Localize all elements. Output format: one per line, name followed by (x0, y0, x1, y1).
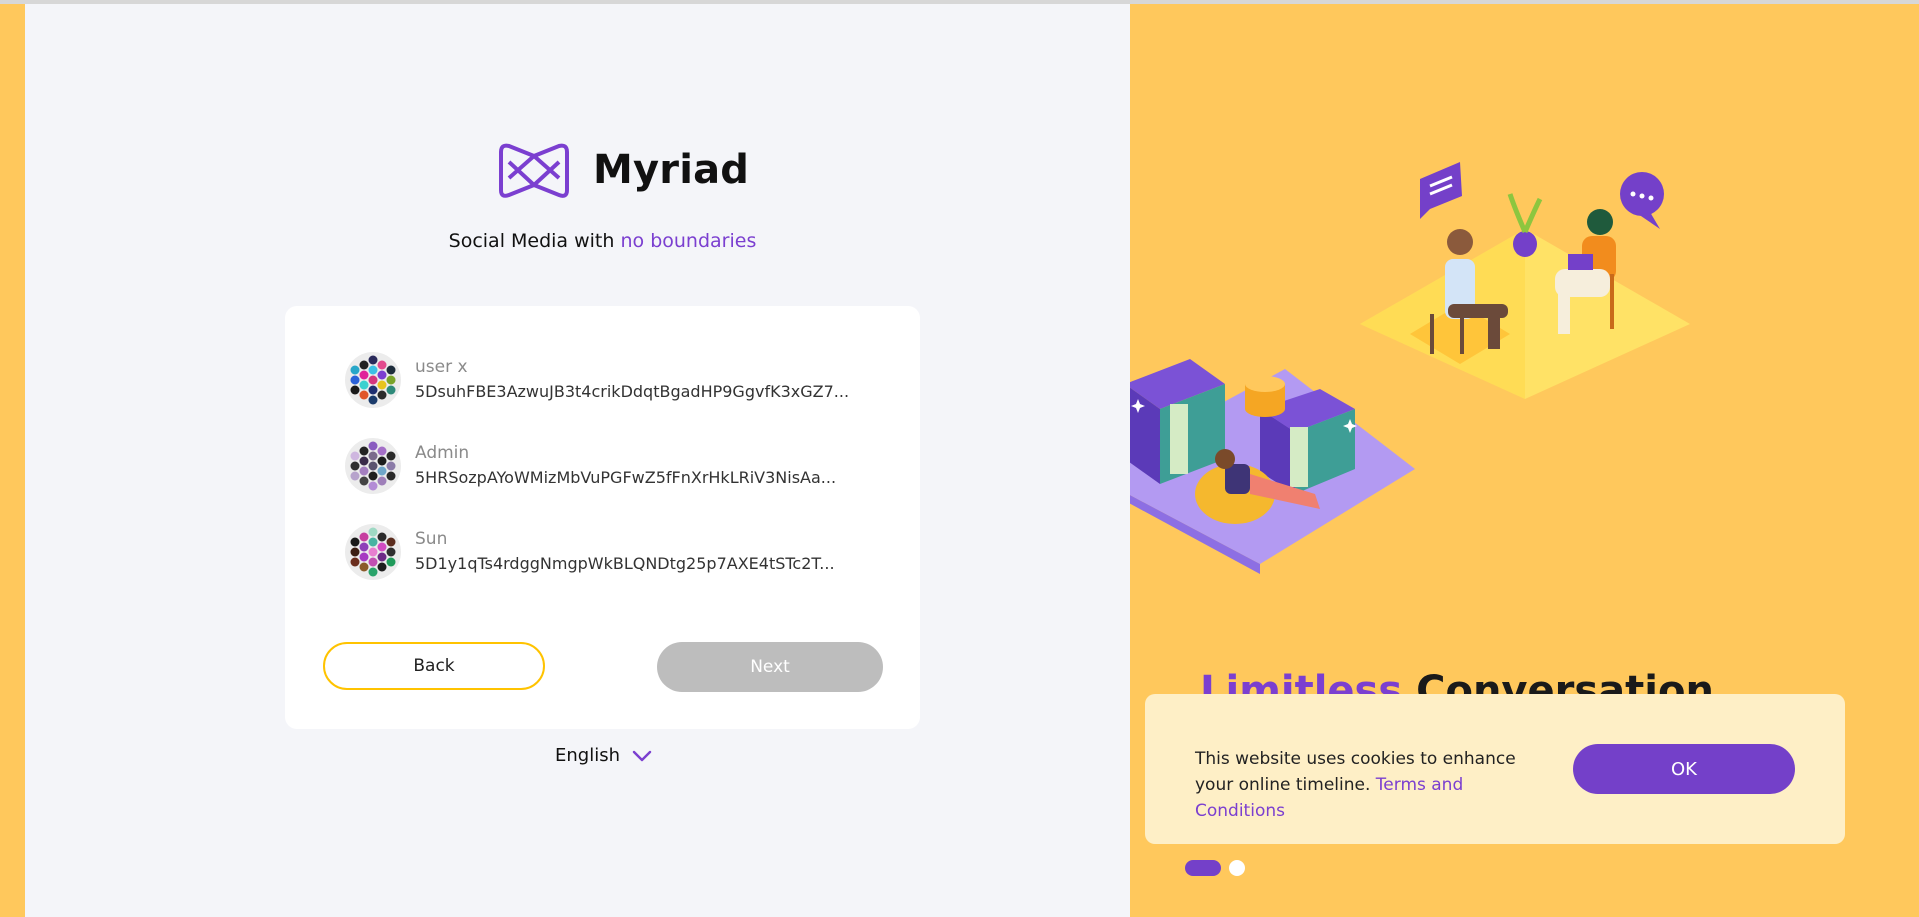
tagline-prefix: Social Media with (448, 230, 615, 252)
account-address: 5HRSozpAYoWMizMbVuPGFwZ5fFnXrHkLRiV3NisA… (415, 468, 837, 487)
cookie-text: This website uses cookies to enhance you… (1195, 749, 1516, 795)
coin-stack-icon (1245, 376, 1285, 417)
chat-bubble-icon (1620, 172, 1664, 229)
next-button[interactable]: Next (657, 642, 883, 692)
carousel-dot-active[interactable] (1185, 860, 1221, 876)
brand: Myriad (495, 140, 749, 200)
ok-button[interactable]: OK (1573, 744, 1795, 794)
login-panel: Myriad Social Media with no boundaries u… (25, 4, 1130, 917)
chevron-down-icon (632, 750, 652, 761)
account-avatar (345, 524, 401, 580)
cookie-message: This website uses cookies to enhance you… (1195, 746, 1555, 824)
language-selector[interactable]: English (555, 745, 652, 766)
brand-name: Myriad (593, 147, 750, 193)
account-item[interactable]: Admin 5HRSozpAYoWMizMbVuPGFwZ5fFnXrHkLRi… (345, 438, 836, 494)
account-avatar (345, 352, 401, 408)
promo-panel: Limitless Conversation This website uses… (1130, 4, 1919, 917)
account-name: user x (415, 357, 468, 377)
back-button[interactable]: Back (323, 642, 545, 690)
account-text: user x 5DsuhFBE3AzwuJB3t4crikDdqtBgadHP9… (415, 352, 849, 404)
account-item[interactable]: user x 5DsuhFBE3AzwuJB3t4crikDdqtBgadHP9… (345, 352, 849, 408)
language-label: English (555, 745, 620, 766)
account-name: Sun (415, 529, 448, 549)
identicon-icon (350, 355, 396, 405)
account-text: Sun 5D1y1qTs4rdggNmgpWkBLQNDtg25p7AXE4tS… (415, 524, 835, 576)
account-text: Admin 5HRSozpAYoWMizMbVuPGFwZ5fFnXrHkLRi… (415, 438, 836, 490)
carousel-dots (1185, 860, 1245, 876)
account-name: Admin (415, 443, 470, 463)
cookie-banner: This website uses cookies to enhance you… (1145, 694, 1845, 844)
speech-bubble-icon (1420, 162, 1462, 219)
account-address: 5DsuhFBE3AzwuJB3t4crikDdqtBgadHP9GgvfK3x… (415, 382, 850, 401)
account-avatar (345, 438, 401, 494)
account-item[interactable]: Sun 5D1y1qTs4rdggNmgpWkBLQNDtg25p7AXE4tS… (345, 524, 835, 580)
account-select-card: user x 5DsuhFBE3AzwuJB3t4crikDdqtBgadHP9… (285, 306, 920, 729)
account-address: 5D1y1qTs4rdggNmgpWkBLQNDtg25p7AXE4tSTc2T… (415, 554, 835, 573)
identicon-icon (350, 441, 396, 491)
plant-icon (1507, 193, 1543, 257)
tagline-highlight: no boundaries (620, 230, 757, 252)
tagline: Social Media with no boundaries (25, 230, 1180, 252)
carousel-dot[interactable] (1229, 860, 1245, 876)
myriad-logo-icon (499, 143, 569, 198)
left-accent-strip (0, 4, 25, 917)
identicon-icon (350, 527, 396, 577)
